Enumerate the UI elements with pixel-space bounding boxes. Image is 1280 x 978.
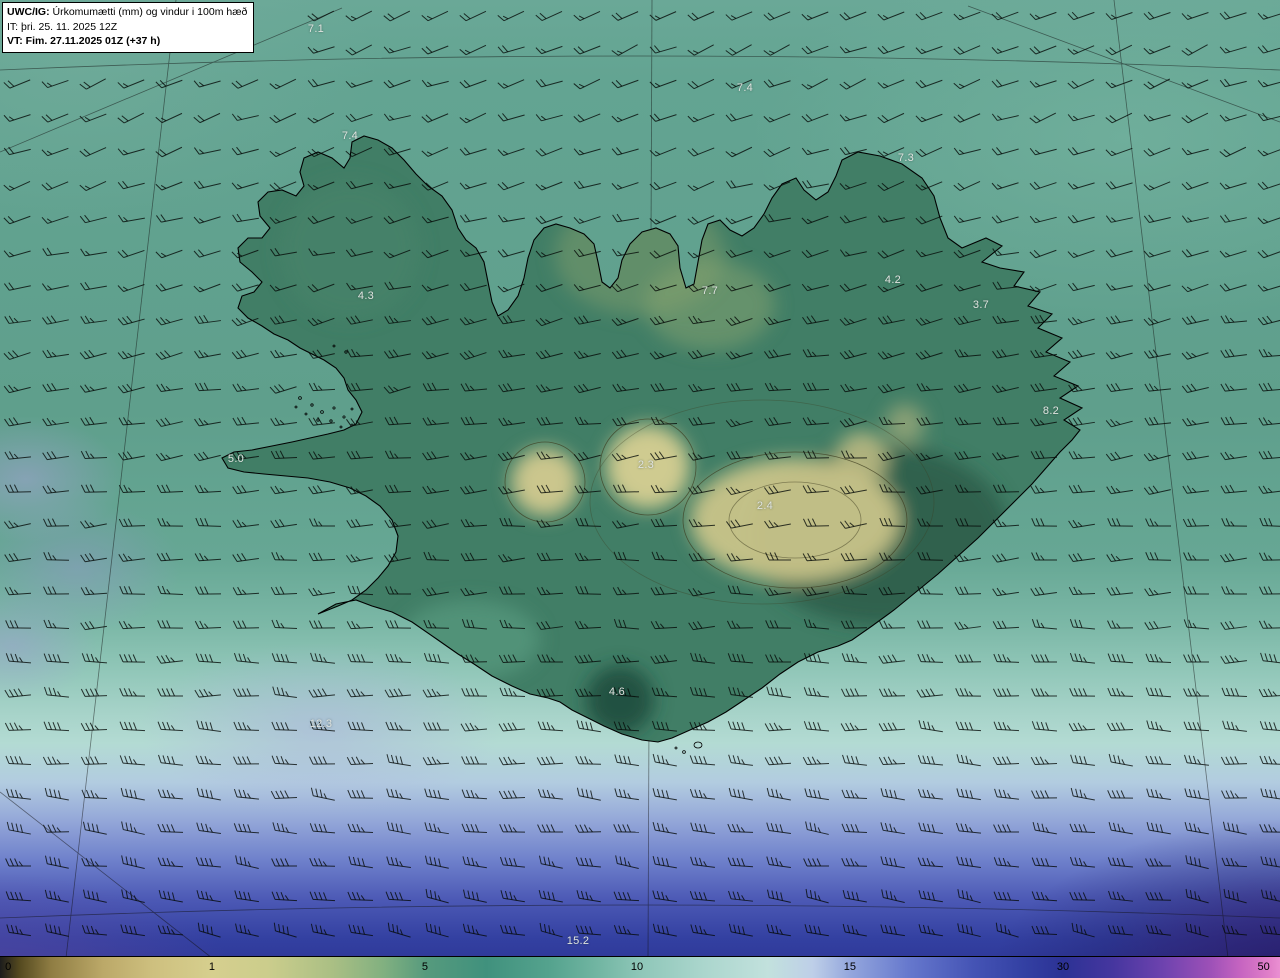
- wind-barbs-layer: [3, 10, 1280, 938]
- colorbar-tick-1: 1: [208, 961, 216, 973]
- colorbar-tick-0: 0: [5, 961, 12, 973]
- colorbar: 0 1 5 10 15 30 50: [0, 956, 1280, 978]
- colorbar-tick-50: 50: [1257, 961, 1270, 973]
- init-time: IT: þri. 25. 11. 2025 12Z: [7, 20, 118, 33]
- colorbar-tick-15: 15: [843, 961, 857, 973]
- colorbar-ticks: 0 1 5 10 15 30 50: [0, 957, 1280, 978]
- colorbar-tick-30: 30: [1056, 961, 1070, 973]
- model-name: UWC/IG:: [7, 6, 50, 18]
- map-title-line: UWC/IG: Úrkomumætti (mm) og vindur i 100…: [7, 5, 247, 20]
- weather-map: 7.1 7.4 7.4 7.3 4.3 7.7 4.2 3.7 8.2 5.0 2.3 2.4 4.6 1…: [0, 0, 1280, 978]
- legend-box: UWC/IG: Úrkomumætti (mm) og vindur i 100…: [2, 2, 255, 54]
- map-title: Úrkomumætti (mm) og vindur i 100m hæð: [49, 6, 248, 18]
- colorbar-tick-10: 10: [630, 961, 644, 973]
- valid-time: VT: Fim. 27.11.2025 01Z (+37 h): [7, 35, 161, 48]
- colorbar-tick-5: 5: [421, 961, 429, 973]
